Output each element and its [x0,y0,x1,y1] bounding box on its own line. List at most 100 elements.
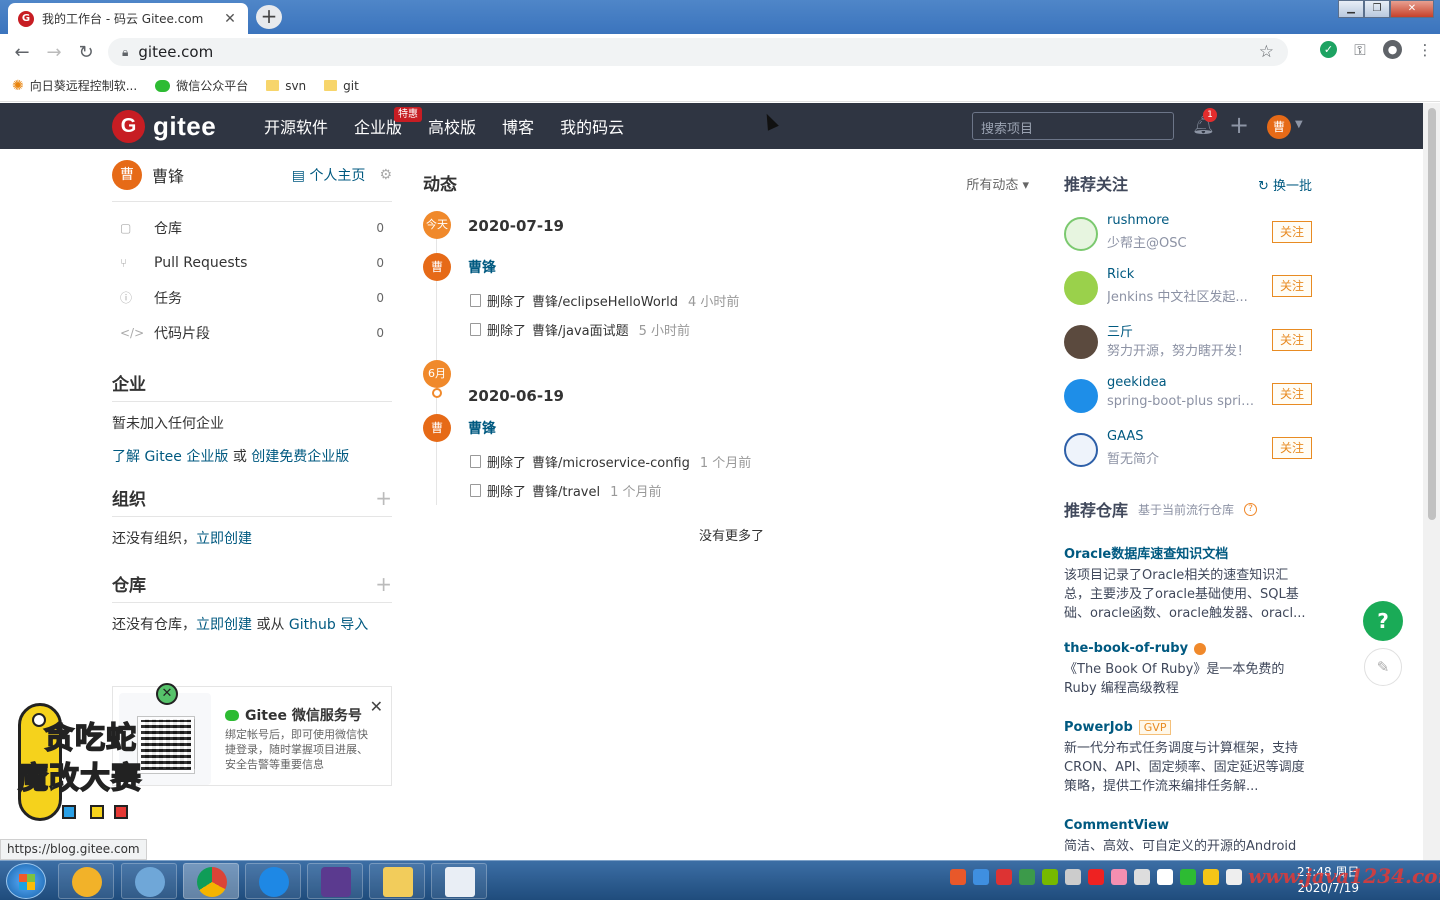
learn-enterprise-link[interactable]: 了解 Gitee 企业版 [112,449,228,465]
repo-name-link[interactable]: the-book-of-ruby [1064,641,1312,656]
tray-icon[interactable] [950,869,966,885]
user-name[interactable]: GAAS [1107,429,1143,444]
start-button[interactable] [6,863,46,899]
repo-name-link[interactable]: PowerJob GVP [1064,720,1312,735]
activity-header: 动态 所有动态 ▾ [423,149,1035,217]
tray-icon[interactable] [1111,869,1127,885]
taskbar-app-tool[interactable] [431,863,487,899]
page-scrollbar[interactable] [1423,103,1440,860]
help-circle-icon[interactable]: ? [1244,502,1258,516]
chevron-down-icon[interactable]: ▼ [1295,119,1303,130]
forward-icon[interactable]: → [38,42,70,63]
window-close-button[interactable]: ✕ [1390,0,1434,18]
menu-dots-icon[interactable]: ⋮ [1416,41,1434,59]
tray-icon[interactable] [1134,869,1150,885]
bookmark-label: git [343,78,359,93]
tray-icon[interactable] [1019,869,1035,885]
avatar[interactable]: 曹 [112,160,142,190]
tray-icon[interactable] [1203,869,1219,885]
bookmark-star-icon[interactable]: ☆ [1259,42,1274,62]
add-org-icon[interactable]: + [375,486,392,510]
gear-icon[interactable]: ⚙ [379,167,392,183]
activity-filter[interactable]: 所有动态 ▾ [966,174,1035,193]
taskbar-app-file-explorer[interactable] [369,863,425,899]
header-avatar[interactable]: 曹 [1267,115,1291,139]
avatar[interactable] [1064,433,1098,467]
create-repo-link[interactable]: 立即创建 [196,617,252,633]
follow-button[interactable]: 关注 [1272,437,1312,459]
github-import-link[interactable]: Github 导入 [289,617,368,633]
taskbar-app-dolphin[interactable] [121,863,177,899]
extension-check-icon[interactable]: ✓ [1320,41,1337,58]
user-name[interactable]: Rick [1107,267,1134,282]
repo-name[interactable]: CommentView [1064,818,1312,833]
follow-button[interactable]: 关注 [1272,221,1312,243]
follow-button[interactable]: 关注 [1272,275,1312,297]
nvidia-icon[interactable] [1042,869,1058,885]
stat-repos[interactable]: ▢ 仓库 0 [112,210,392,245]
minimize-button[interactable]: ▁ [1338,0,1364,18]
lock-icon[interactable]: 🔒︎ [122,45,128,60]
avatar[interactable] [1064,325,1098,359]
bookmark-item[interactable]: svn [266,79,306,93]
avatar[interactable] [1064,217,1098,251]
nav-my-gitee[interactable]: 我的码云 [560,114,624,138]
tray-icon[interactable] [1157,869,1173,885]
user-name[interactable]: rushmore [1107,213,1169,228]
bookmark-item[interactable]: git [324,79,359,93]
avatar[interactable]: 曹 [423,414,451,442]
avatar[interactable] [1064,271,1098,305]
nav-university[interactable]: 高校版 [428,114,476,138]
help-button[interactable]: ? [1363,601,1403,641]
follow-button[interactable]: 关注 [1272,329,1312,351]
new-tab-button[interactable]: + [256,5,282,29]
tab-close-icon[interactable]: ✕ [222,11,238,27]
nav-opensource[interactable]: 开源软件 [264,114,328,138]
follow-button[interactable]: 关注 [1272,383,1312,405]
snake-contest-promo[interactable]: 贪吃蛇 魔改大赛 ✕ [10,683,200,833]
stat-issues[interactable]: ⓘ 任务 0 [112,280,392,315]
stat-pull-requests[interactable]: ⑂ Pull Requests 0 [112,245,392,280]
scroll-thumb[interactable] [1428,108,1436,520]
avatar[interactable] [1064,379,1098,413]
user-name[interactable]: 曹锋 [152,163,292,187]
repo-name[interactable]: Oracle数据库速查知识文档 [1064,543,1312,562]
refresh-button[interactable]: ↻ 换一批 [1258,175,1312,194]
maximize-button[interactable]: ❐ [1364,0,1390,18]
close-icon[interactable]: ✕ [370,697,383,716]
search-input[interactable]: 搜索项目 [972,112,1174,140]
tray-icon[interactable] [996,869,1012,885]
user-name[interactable]: geekidea [1107,375,1167,390]
reload-icon[interactable]: ↻ [70,42,102,63]
create-enterprise-link[interactable]: 创建免费企业版 [251,449,349,465]
activity-user[interactable]: 曹锋 [468,257,496,277]
browser-tab[interactable]: G 我的工作台 - 码云 Gitee.com ✕ [8,3,248,34]
tray-icon[interactable] [1088,869,1104,885]
nav-blog[interactable]: 博客 [502,114,534,138]
add-repo-icon[interactable]: + [375,572,392,596]
bookmark-item[interactable]: 微信公众平台 [155,77,248,94]
profile-icon[interactable]: ● [1383,40,1402,59]
gitee-logo[interactable]: G gitee [112,110,216,143]
personal-homepage-link[interactable]: ▤ 个人主页 [292,165,366,185]
stat-snippets[interactable]: </> 代码片段 0 [112,315,392,350]
user-name[interactable]: 三斤 [1107,321,1133,340]
feedback-edit-icon[interactable]: ✎ [1364,648,1402,686]
taskbar-app-chrome[interactable] [183,863,239,899]
bookmark-item[interactable]: ✺ 向日葵远程控制软... [12,77,137,94]
create-org-link[interactable]: 立即创建 [196,531,252,547]
avatar[interactable]: 曹 [423,253,451,281]
wechat-icon[interactable] [1180,869,1196,885]
volume-icon[interactable] [1226,869,1242,885]
taskbar-app-eclipse[interactable] [307,863,363,899]
create-plus-icon[interactable]: + [1229,111,1249,139]
tray-icon[interactable] [973,869,989,885]
promo-close-icon[interactable]: ✕ [156,683,178,705]
address-bar[interactable]: 🔒︎ gitee.com ☆ [108,38,1288,66]
taskbar-app-browser[interactable] [245,863,301,899]
taskbar-app-explorer-shell[interactable] [58,863,114,899]
activity-user[interactable]: 曹锋 [468,418,496,438]
back-icon[interactable]: ← [6,42,38,63]
tray-icon[interactable] [1065,869,1081,885]
key-icon[interactable]: ⚿ [1351,41,1369,59]
